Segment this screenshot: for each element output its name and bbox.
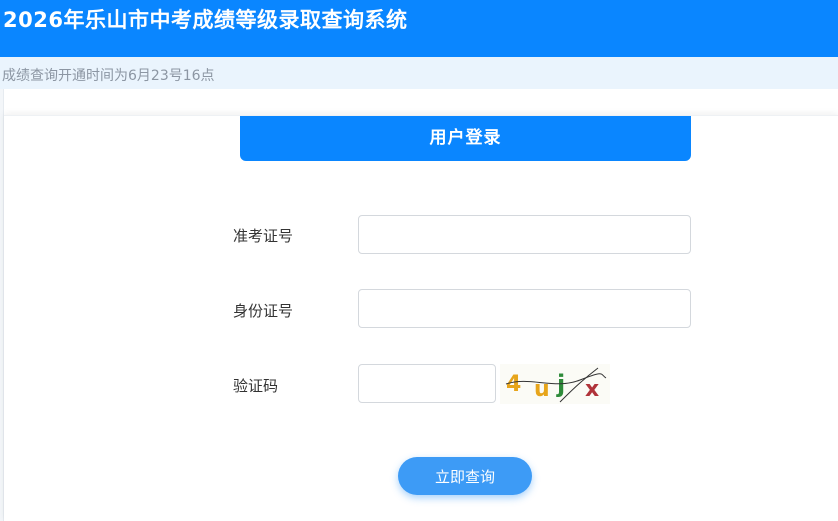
notice-text: 成绩查询开通时间为6月23号16点 bbox=[2, 68, 215, 84]
id-number-label: 身份证号 bbox=[233, 302, 294, 320]
exam-number-label: 准考证号 bbox=[233, 227, 294, 245]
captcha-char-1: 4 bbox=[506, 372, 521, 397]
captcha-char-2: u bbox=[534, 377, 550, 402]
page-title: 2026年乐山市中考成绩等级录取查询系统 bbox=[3, 8, 408, 32]
captcha-image[interactable]: 4 u j x bbox=[500, 364, 610, 404]
captcha-input[interactable] bbox=[358, 364, 496, 403]
captcha-char-4: x bbox=[585, 377, 599, 402]
captcha-label: 验证码 bbox=[233, 377, 279, 395]
exam-number-input[interactable] bbox=[358, 215, 691, 254]
notice-bar: 成绩查询开通时间为6月23号16点 bbox=[0, 57, 838, 89]
header-bar: 2026年乐山市中考成绩等级录取查询系统 bbox=[0, 0, 838, 57]
id-number-input[interactable] bbox=[358, 289, 691, 328]
login-title-bar: 用户登录 bbox=[240, 116, 691, 161]
login-title: 用户登录 bbox=[429, 128, 502, 148]
submit-query-button[interactable]: 立即查询 bbox=[398, 457, 532, 495]
